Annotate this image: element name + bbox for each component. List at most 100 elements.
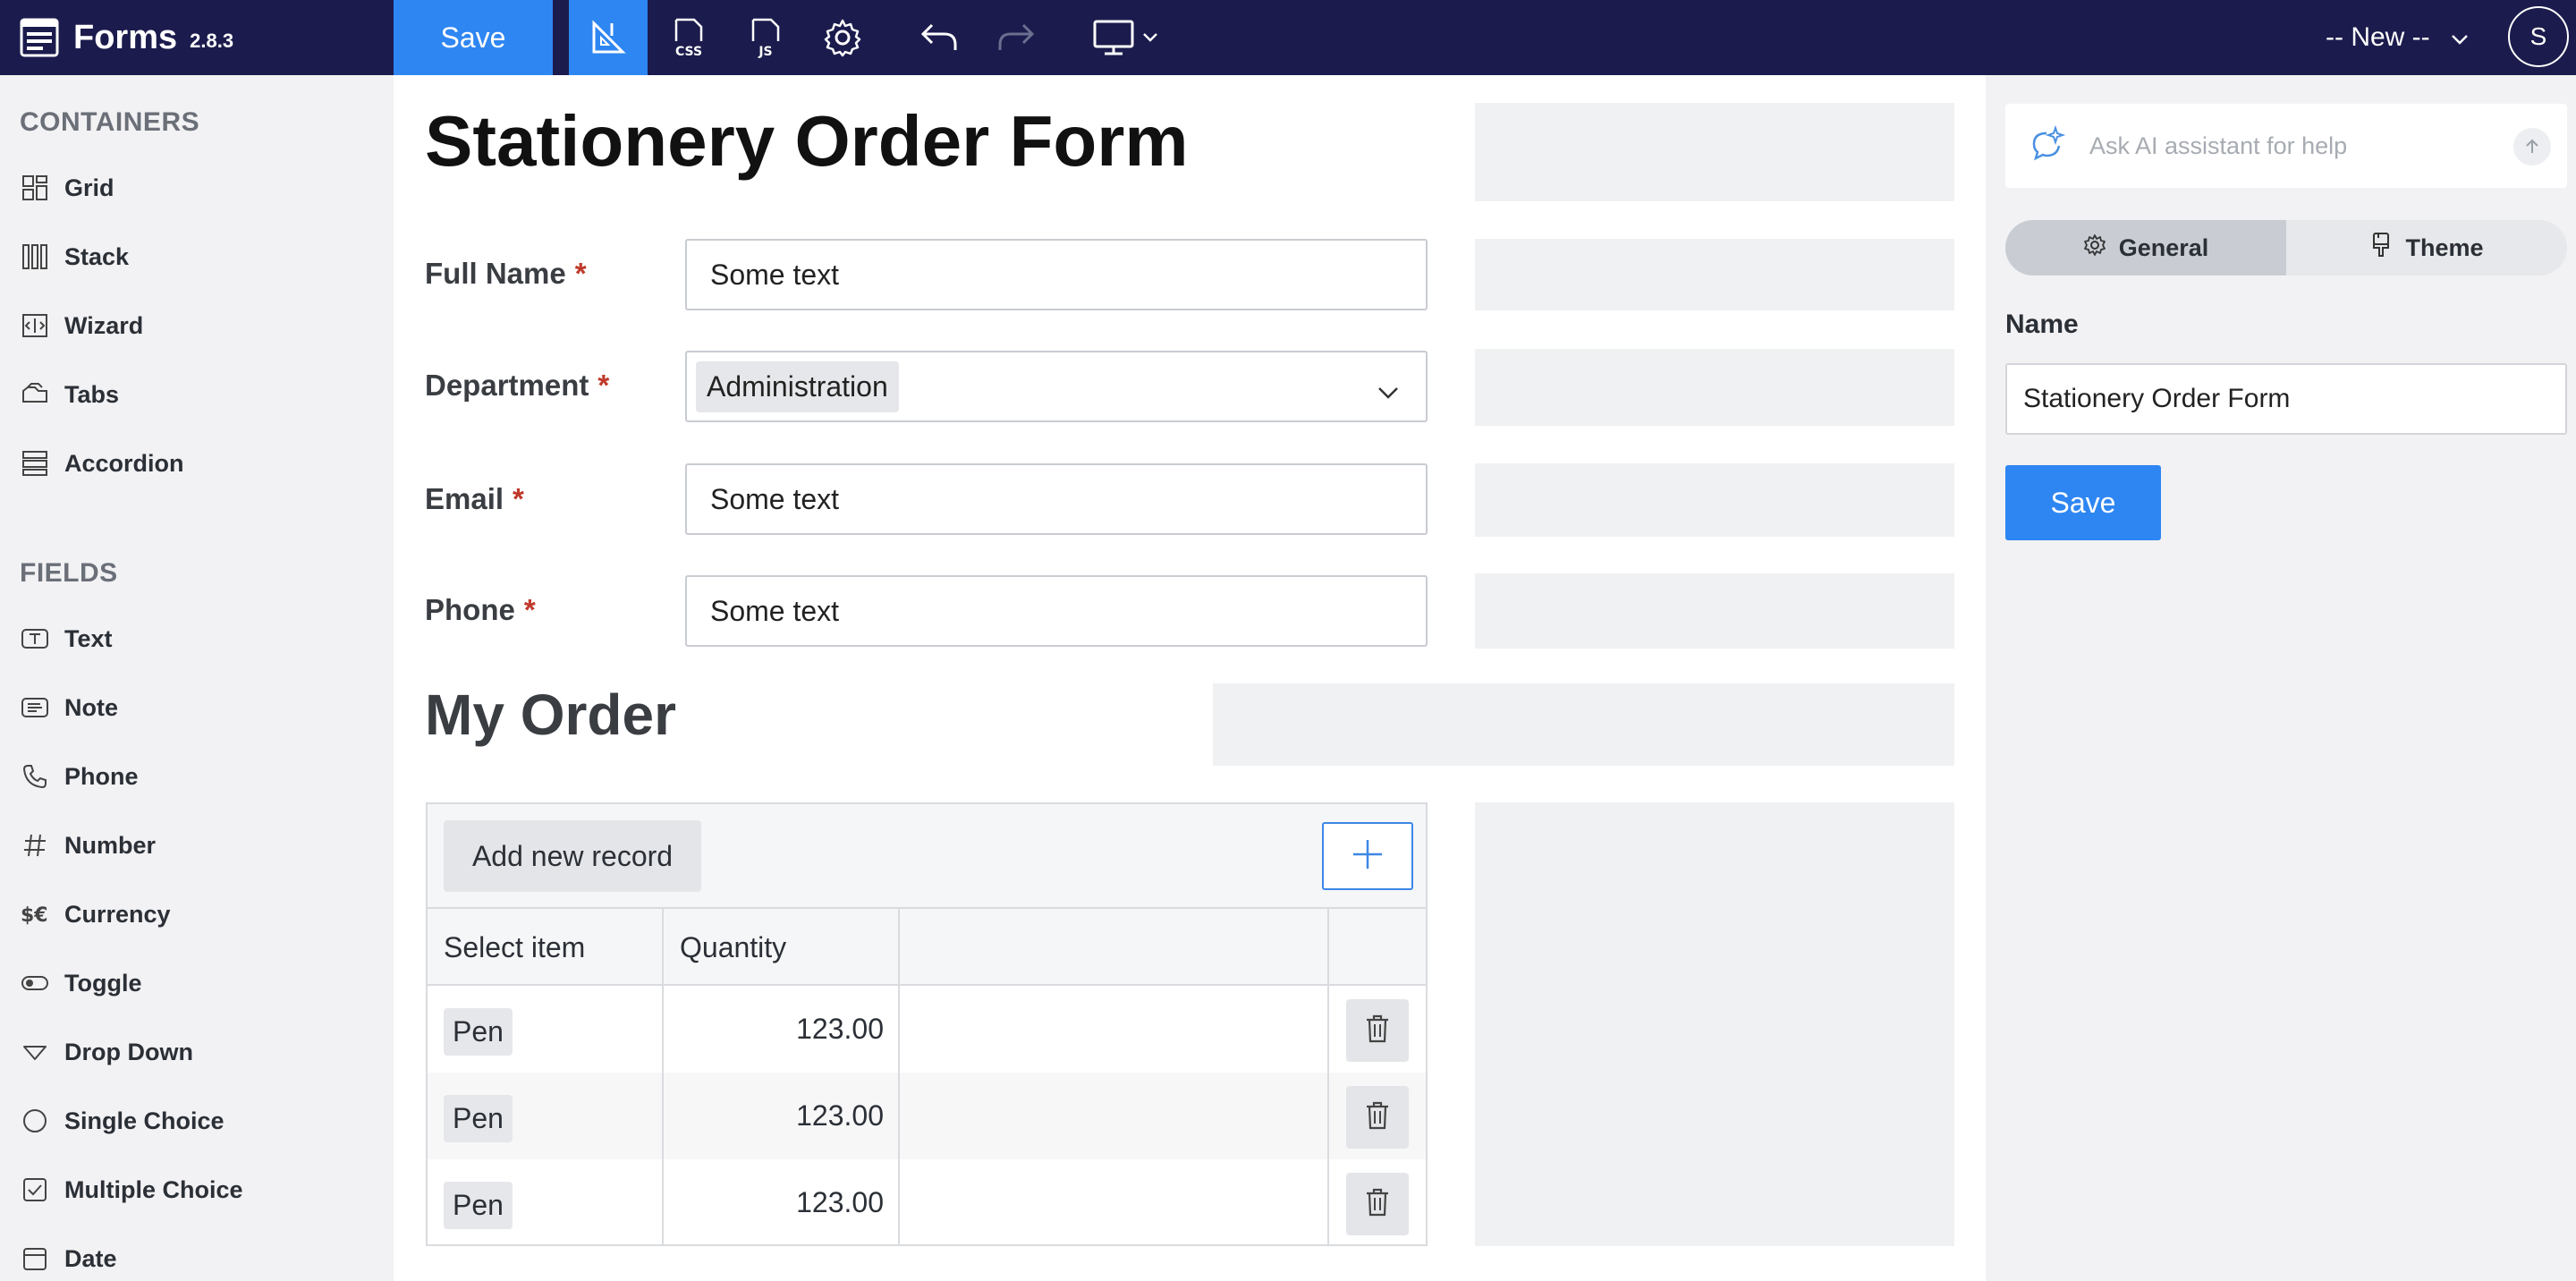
sidebar-item-toggle[interactable]: Toggle [20,956,141,1010]
sidebar-item-dropdown[interactable]: Drop Down [20,1025,193,1079]
sidebar-item-tabs[interactable]: Tabs [20,368,119,421]
sidebar-item-label: Currency [64,900,171,928]
layout-select-value: -- New -- [2326,22,2430,52]
device-preview-dropdown[interactable] [1080,0,1170,75]
section-title[interactable]: My Order [425,682,676,748]
table-row[interactable]: Pen 123.00 [428,1073,1426,1159]
layout-placeholder[interactable] [1475,103,1954,201]
chevron-down-icon [1376,376,1401,409]
column-divider [662,909,664,1244]
add-row-button[interactable] [1322,822,1413,890]
tab-theme[interactable]: Theme [2286,220,2567,276]
sidebar-item-grid[interactable]: Grid [20,161,114,215]
sidebar-item-label: Toggle [64,969,142,997]
designer-icon [589,18,628,57]
item-cell[interactable]: Pen [444,1182,513,1229]
send-arrow-icon[interactable] [2513,128,2551,165]
sidebar-item-text[interactable]: Text [20,612,113,666]
sidebar-item-date[interactable]: Date [20,1232,117,1281]
quantity-cell[interactable]: 123.00 [664,1159,900,1246]
email-field[interactable]: Some text [685,463,1428,535]
department-label-text: Department [425,369,589,402]
sidebar-item-single-choice[interactable]: Single Choice [20,1094,225,1148]
item-cell[interactable]: Pen [444,1008,513,1056]
sidebar-item-label: Phone [64,762,139,790]
sidebar-item-label: Tabs [64,380,120,408]
panel-tabs: General Theme [2005,220,2567,276]
dropdown-icon [20,1037,50,1067]
settings-button[interactable] [807,0,878,75]
sidebar-item-label: Number [64,831,157,859]
sidebar-item-label: Grid [64,174,114,201]
table-row[interactable]: Pen 123.00 [428,1159,1426,1246]
delete-row-button[interactable] [1346,999,1409,1062]
sidebar-item-stack[interactable]: Stack [20,230,129,284]
sidebar-item-wizard[interactable]: Wizard [20,299,143,352]
layout-placeholder[interactable] [1475,463,1954,537]
top-toolbar: Forms 2.8.3 Save CSS JS -- New -- S [0,0,2576,75]
table-row[interactable]: Pen 123.00 [428,986,1426,1073]
toggle-icon [20,968,50,998]
tab-general[interactable]: General [2005,220,2286,276]
brush-icon [2369,232,2405,265]
form-name-field[interactable]: Stationery Order Form [2005,363,2567,435]
sidebar-item-multiple-choice[interactable]: Multiple Choice [20,1163,243,1217]
table-header: Select item Quantity [428,909,1426,986]
tab-theme-label: Theme [2405,233,2484,261]
toolbar-save-button[interactable]: Save [394,0,553,75]
sidebar-item-label: Date [64,1244,117,1272]
column-divider [1327,909,1329,1244]
monitor-icon [1091,18,1136,57]
layout-placeholder[interactable] [1213,683,1954,766]
svg-text:JS: JS [758,45,772,59]
delete-row-button[interactable] [1346,1173,1409,1235]
layout-placeholder[interactable] [1475,349,1954,426]
trash-icon [1364,1187,1391,1222]
form-title[interactable]: Stationery Order Form [425,100,1189,182]
undo-button[interactable] [903,0,975,75]
sidebar-item-label: Stack [64,242,130,270]
item-cell[interactable]: Pen [444,1095,513,1142]
redo-icon [995,20,1038,55]
sidebar-item-accordion[interactable]: Accordion [20,437,184,490]
required-mark: * [513,482,524,515]
panel-save-button[interactable]: Save [2005,465,2161,540]
full-name-label-text: Full Name [425,257,566,290]
full-name-field[interactable]: Some text [685,239,1428,310]
containers-heading: CONTAINERS [20,107,200,137]
svg-text:CSS: CSS [675,45,702,59]
ai-assistant-input[interactable]: Ask AI assistant for help [2005,104,2567,188]
sidebar-item-note[interactable]: Note [20,681,118,734]
app-brand: Forms 2.8.3 [20,0,233,75]
svg-text:$€: $€ [21,904,48,927]
hash-icon [20,830,50,861]
designer-mode-button[interactable] [569,0,648,75]
sidebar-item-label: Multiple Choice [64,1175,243,1203]
phone-field[interactable]: Some text [685,575,1428,647]
layout-placeholder[interactable] [1475,239,1954,310]
css-editor-button[interactable]: CSS [653,0,724,75]
layout-placeholder[interactable] [1475,573,1954,649]
css-icon: CSS [667,16,710,59]
phone-label: Phone * [425,593,536,627]
email-label: Email * [425,482,524,516]
sidebar-item-currency[interactable]: $€ Currency [20,887,171,941]
layout-placeholder[interactable] [1475,802,1954,1246]
chevron-down-icon [2450,22,2470,53]
redo-button[interactable] [980,0,1052,75]
delete-row-button[interactable] [1346,1086,1409,1149]
tab-general-label: General [2118,233,2209,261]
layout-select[interactable]: -- New -- [2326,0,2470,75]
sidebar-item-label: Accordion [64,449,184,477]
quantity-cell[interactable]: 123.00 [664,986,900,1073]
sidebar-item-phone[interactable]: Phone [20,750,139,803]
user-avatar[interactable]: S [2508,6,2569,67]
js-editor-button[interactable]: JS [730,0,801,75]
sidebar-item-label: Wizard [64,311,144,339]
quantity-cell[interactable]: 123.00 [664,1073,900,1159]
sidebar-item-number[interactable]: Number [20,819,156,872]
wizard-icon [20,310,50,341]
phone-icon [20,761,50,792]
department-select[interactable]: Administration [685,351,1428,422]
add-record-button[interactable]: Add new record [444,820,701,892]
